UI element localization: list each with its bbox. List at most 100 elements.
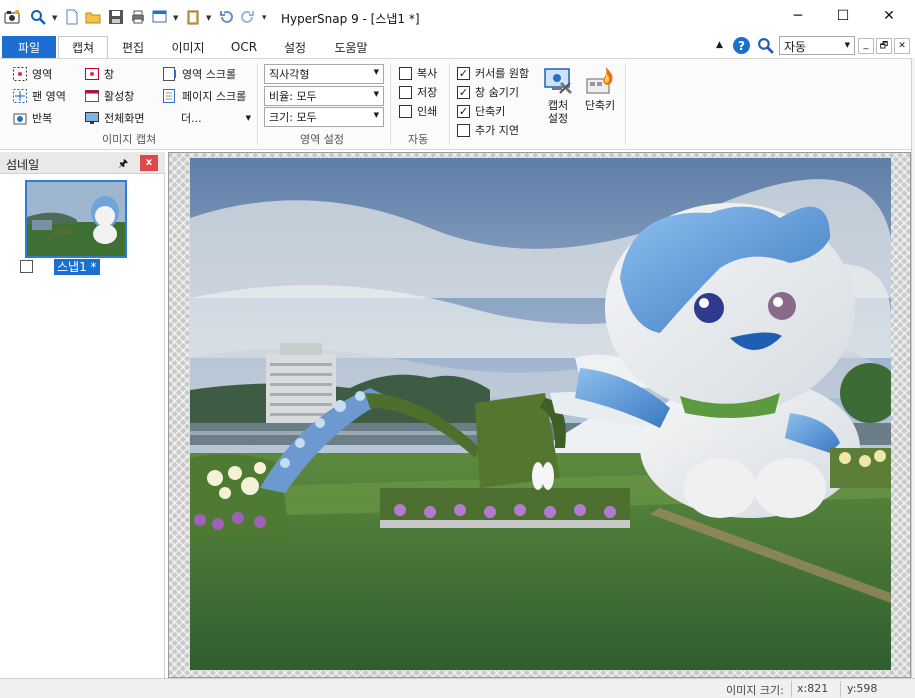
auto-save-label: 저장 (417, 86, 438, 99)
tab-file[interactable]: 파일 (2, 36, 56, 58)
cursor-checkbox[interactable]: ✓ 커서를 원함 (457, 64, 529, 82)
capture-more-button[interactable]: 더... ▼ (181, 108, 251, 128)
status-divider (840, 681, 841, 697)
tab-ocr[interactable]: OCR (222, 36, 266, 58)
chevron-down-icon: ▼ (245, 114, 251, 122)
checkbox-box (399, 85, 412, 99)
hotkeys-label: 단축키 (584, 99, 616, 112)
capture-scroll-region-label: 영역 스크롤 (182, 68, 237, 81)
hide-window-label: 창 숨기기 (475, 86, 519, 99)
capture-active-window-button[interactable]: 활성창 (84, 86, 134, 106)
print-icon[interactable] (130, 8, 146, 25)
capture-scroll-page-button[interactable]: 페이지 스크롤 (162, 86, 246, 106)
capture-region-button[interactable]: 영역 (12, 64, 52, 84)
status-divider (791, 681, 792, 697)
auto-copy-checkbox[interactable]: 복사 (399, 64, 437, 82)
capture-scroll-region-button[interactable]: 영역 스크롤 (162, 64, 236, 84)
capture-full-screen-label: 전체화면 (104, 112, 145, 125)
image-height-value: y:598 (847, 682, 878, 695)
collapse-ribbon-icon[interactable]: ▲ (716, 40, 723, 50)
pin-icon[interactable]: 🖈 (118, 155, 128, 174)
camera-app-icon[interactable] (4, 8, 20, 25)
ratio-select[interactable]: 비율: 모두 ▼ (264, 86, 384, 106)
tab-image[interactable]: 이미지 (160, 36, 216, 58)
capture-window-button[interactable]: 창 (84, 64, 114, 84)
thumbnail-select-checkbox[interactable] (20, 260, 33, 273)
zoom-dropdown-arrow-icon[interactable]: ▼ (52, 14, 57, 22)
hotkeys-button[interactable]: 단축키 (580, 65, 620, 112)
group-divider (390, 63, 391, 145)
child-restore-button[interactable]: 🗗 (876, 38, 892, 54)
repeat-icon (12, 110, 28, 126)
search-icon[interactable] (757, 37, 774, 57)
thumbnail-panel-close-button[interactable]: x (140, 155, 158, 171)
window-icon (84, 66, 100, 82)
clipboard-icon[interactable] (185, 8, 201, 25)
open-folder-icon[interactable] (85, 8, 101, 25)
redo-icon[interactable] (240, 8, 256, 25)
capture-more-label: 더... (181, 112, 202, 125)
hide-window-checkbox[interactable]: ✓ 창 숨기기 (457, 83, 519, 101)
help-icon[interactable]: ? (733, 37, 750, 54)
capture-repeat-button[interactable]: 반복 (12, 108, 52, 128)
right-scrollbar-edge[interactable] (911, 58, 915, 678)
tab-capture[interactable]: 캡쳐 (58, 36, 108, 58)
cursor-label: 커서를 원함 (475, 67, 530, 80)
auto-group-label: 자동 (408, 133, 429, 146)
scroll-page-icon (162, 88, 178, 104)
ribbon-tabs: 파일 캡쳐 편집 이미지 OCR 설정 도움말 ▲ ? 자동 ▼ _ 🗗 ✕ (0, 34, 915, 58)
captured-photo[interactable] (190, 158, 891, 670)
window-title: HyperSnap 9 - [스냅1 *] (281, 12, 420, 26)
child-minimize-button[interactable]: _ (858, 38, 874, 54)
tab-edit[interactable]: 편집 (110, 36, 156, 58)
auto-print-checkbox[interactable]: 인쇄 (399, 102, 437, 120)
capture-settings-button[interactable]: 캡처 설정 (538, 65, 578, 125)
new-file-icon[interactable] (64, 8, 80, 25)
ratio-select-value: 비율: 모두 (269, 90, 317, 103)
full-screen-icon (84, 110, 100, 126)
auto-save-checkbox[interactable]: 저장 (399, 83, 437, 101)
hotkeys-fire-icon (584, 65, 616, 97)
clipboard-dropdown-arrow-icon[interactable]: ▼ (206, 14, 211, 22)
capture-repeat-label: 반복 (32, 112, 53, 125)
capture-settings-icon (542, 65, 574, 97)
chevron-down-icon: ▼ (373, 111, 379, 119)
capture-pan-region-button[interactable]: 팬 영역 (12, 86, 66, 106)
scroll-region-icon (162, 66, 178, 82)
status-bar: 이미지 크기: x:821 y:598 (0, 678, 915, 698)
maximize-button[interactable]: ☐ (820, 0, 866, 32)
pan-region-icon (12, 88, 28, 104)
zoom-select[interactable]: 자동 ▼ (779, 36, 855, 55)
tab-help[interactable]: 도움말 (324, 36, 378, 58)
capture-window-label: 창 (104, 68, 115, 81)
region-icon (12, 66, 28, 82)
thumbnail-label[interactable]: 스냅1 * (54, 259, 100, 275)
thumbnail-panel-title: 섬네일 (6, 158, 40, 172)
capture-settings-label-2: 설정 (547, 112, 569, 125)
capture-scroll-page-label: 페이지 스크롤 (182, 90, 247, 103)
capture-full-screen-button[interactable]: 전체화면 (84, 108, 144, 128)
image-width-value: x:821 (797, 682, 829, 695)
thumbnail-image[interactable] (25, 180, 127, 258)
shape-select-value: 직사각형 (269, 68, 310, 81)
active-window-icon (84, 88, 100, 104)
title-bar: ▼ ▼ ▼ ▾ HyperSnap 9 - [스냅1 *] ─ ☐ ✕ (0, 0, 915, 34)
capture-active-window-label: 활성창 (104, 90, 135, 103)
tab-settings[interactable]: 설정 (272, 36, 318, 58)
capture-region-label: 영역 (32, 68, 53, 81)
hotkey-checkbox[interactable]: ✓ 단축키 (457, 102, 505, 120)
minimize-button[interactable]: ─ (775, 0, 821, 32)
capture-group-label: 이미지 캡쳐 (102, 133, 157, 146)
window-capture-icon[interactable] (152, 8, 168, 25)
add-delay-checkbox[interactable]: 추가 지연 (457, 121, 519, 139)
zoom-icon[interactable] (30, 8, 46, 25)
undo-icon[interactable] (218, 8, 234, 25)
size-select[interactable]: 크기: 모두 ▼ (264, 107, 384, 127)
child-close-button[interactable]: ✕ (894, 38, 910, 54)
add-delay-label: 추가 지연 (475, 124, 519, 137)
close-button[interactable]: ✕ (866, 0, 912, 32)
shape-select[interactable]: 직사각형 ▼ (264, 64, 384, 84)
capture-dropdown-arrow-icon[interactable]: ▼ (173, 14, 178, 22)
save-icon[interactable] (108, 8, 124, 25)
customize-arrow-icon[interactable]: ▾ (262, 13, 267, 23)
